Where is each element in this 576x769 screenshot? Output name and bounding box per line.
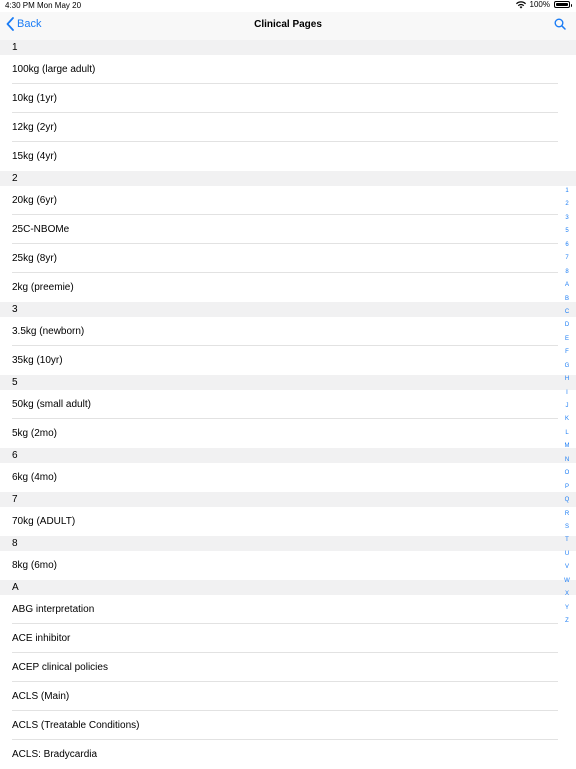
list-item[interactable]: 10kg (1yr): [0, 84, 576, 113]
index-letter[interactable]: Y: [560, 602, 574, 615]
list-item[interactable]: 25kg (8yr): [0, 244, 576, 273]
list-item[interactable]: 3.5kg (newborn): [0, 317, 576, 346]
list-item-label: ACLS (Treatable Conditions): [12, 720, 140, 731]
index-letter[interactable]: A: [560, 279, 574, 292]
index-letter[interactable]: J: [560, 400, 574, 413]
list-item-label: 5kg (2mo): [12, 428, 58, 439]
index-letter[interactable]: 8: [560, 266, 574, 279]
index-letter[interactable]: B: [560, 293, 574, 306]
page-title: Clinical Pages: [254, 19, 322, 30]
list-item-label: 70kg (ADULT): [12, 516, 76, 527]
index-letter[interactable]: I: [560, 387, 574, 400]
index-letter[interactable]: T: [560, 534, 574, 547]
list-item[interactable]: ABG interpretation: [0, 595, 576, 624]
index-letter[interactable]: U: [560, 548, 574, 561]
list-item-label: 35kg (10yr): [12, 355, 63, 366]
index-letter[interactable]: X: [560, 588, 574, 601]
section-header: 6: [0, 448, 576, 463]
index-letter[interactable]: 6: [560, 239, 574, 252]
status-time: 4:30 PM: [5, 1, 35, 10]
section-header: 7: [0, 492, 576, 507]
section-index-bar[interactable]: 1235678ABCDEFGHIJKLMNOPQRSTUVWXYZ: [560, 185, 574, 628]
index-letter[interactable]: E: [560, 333, 574, 346]
list-item[interactable]: ACLS (Main): [0, 682, 576, 711]
search-icon: [554, 18, 566, 30]
section-header: 3: [0, 302, 576, 317]
list-item[interactable]: 50kg (small adult): [0, 390, 576, 419]
index-letter[interactable]: G: [560, 360, 574, 373]
search-button[interactable]: [554, 17, 566, 35]
battery-percent: 100%: [529, 0, 550, 9]
list-item[interactable]: 6kg (4mo): [0, 463, 576, 492]
index-letter[interactable]: R: [560, 508, 574, 521]
section-header: A: [0, 580, 576, 595]
list-item-label: 25C-NBOMe: [12, 224, 70, 235]
list-item[interactable]: 5kg (2mo): [0, 419, 576, 448]
battery-icon: [554, 1, 572, 8]
list-item[interactable]: 8kg (6mo): [0, 551, 576, 580]
navigation-bar: Back Clinical Pages: [0, 12, 576, 41]
status-right: 100%: [515, 0, 572, 9]
list-item[interactable]: ACE inhibitor: [0, 624, 576, 653]
list-item-label: ACEP clinical policies: [12, 662, 108, 673]
list-item[interactable]: 100kg (large adult): [0, 55, 576, 84]
index-letter[interactable]: O: [560, 467, 574, 480]
index-letter[interactable]: Z: [560, 615, 574, 628]
index-letter[interactable]: D: [560, 319, 574, 332]
section-header: 1: [0, 40, 576, 55]
list-item-label: 20kg (6yr): [12, 195, 58, 206]
section-header: 5: [0, 375, 576, 390]
index-letter[interactable]: M: [560, 440, 574, 453]
list-item-label: 8kg (6mo): [12, 560, 58, 571]
list-item-label: 50kg (small adult): [12, 399, 91, 410]
list-item-label: ACE inhibitor: [12, 633, 71, 644]
index-letter[interactable]: 3: [560, 212, 574, 225]
status-date: Mon May 20: [37, 1, 82, 10]
clinical-pages-list: 1 100kg (large adult) 10kg (1yr) 12kg (2yr)…: [0, 40, 576, 769]
list-item-label: 12kg (2yr): [12, 122, 58, 133]
list-item-label: ACLS (Main): [12, 691, 70, 702]
list-item-label: ACLS: Bradycardia: [12, 749, 98, 760]
list-item-label: 2kg (preemie): [12, 282, 74, 293]
list-item-label: ABG interpretation: [12, 604, 95, 615]
index-letter[interactable]: H: [560, 373, 574, 386]
index-letter[interactable]: K: [560, 413, 574, 426]
list-item-label: 6kg (4mo): [12, 472, 58, 483]
index-letter[interactable]: Q: [560, 494, 574, 507]
section-header: 2: [0, 171, 576, 186]
list-item-label: 10kg (1yr): [12, 93, 58, 104]
list-item[interactable]: 25C-NBOMe: [0, 215, 576, 244]
list-item[interactable]: 12kg (2yr): [0, 113, 576, 142]
wifi-icon: [515, 0, 526, 8]
index-letter[interactable]: 2: [560, 198, 574, 211]
section-header: 8: [0, 536, 576, 551]
index-letter[interactable]: C: [560, 306, 574, 319]
index-letter[interactable]: L: [560, 427, 574, 440]
list-item-label: 100kg (large adult): [12, 64, 96, 75]
list-item[interactable]: 2kg (preemie): [0, 273, 576, 302]
status-bar: 4:30 PM Mon May 20 100%: [0, 0, 576, 12]
list-item[interactable]: 70kg (ADULT): [0, 507, 576, 536]
list-item[interactable]: 15kg (4yr): [0, 142, 576, 171]
list-item[interactable]: 35kg (10yr): [0, 346, 576, 375]
list-item[interactable]: ACEP clinical policies: [0, 653, 576, 682]
list-item-label: 15kg (4yr): [12, 151, 58, 162]
index-letter[interactable]: V: [560, 561, 574, 574]
index-letter[interactable]: 5: [560, 225, 574, 238]
index-letter[interactable]: 1: [560, 185, 574, 198]
list-item-label: 25kg (8yr): [12, 253, 58, 264]
index-letter[interactable]: W: [560, 575, 574, 588]
index-letter[interactable]: 7: [560, 252, 574, 265]
list-item-label: 3.5kg (newborn): [12, 326, 85, 337]
index-letter[interactable]: S: [560, 521, 574, 534]
index-letter[interactable]: P: [560, 481, 574, 494]
list-item[interactable]: ACLS: Bradycardia: [0, 740, 576, 769]
list-item[interactable]: 20kg (6yr): [0, 186, 576, 215]
list-item[interactable]: ACLS (Treatable Conditions): [0, 711, 576, 740]
index-letter[interactable]: F: [560, 346, 574, 359]
index-letter[interactable]: N: [560, 454, 574, 467]
